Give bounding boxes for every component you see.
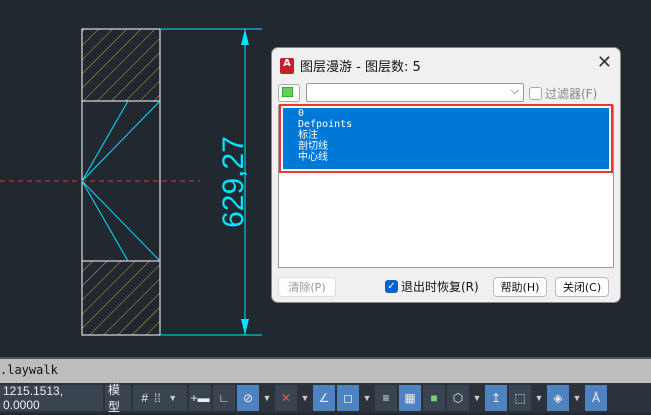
list-item[interactable]: 中心线	[283, 152, 609, 163]
list-item[interactable]: Defpoints	[283, 119, 609, 130]
selection-filter-icon[interactable]: ⬚	[509, 385, 531, 411]
hatch-top	[81, 28, 161, 102]
filter-checkbox[interactable]: 过滤器(F)	[529, 85, 597, 102]
restore-on-exit-checkbox[interactable]: ✓ 退出时恢复(R)	[385, 278, 479, 295]
status-bar: 1215.1513, 0.0000 模型 # ⁞⁞ ▼ +▬ ∟ ⊘ ▼ ✕ ▼ ∠…	[0, 383, 651, 414]
clear-button[interactable]: 清除(P)	[278, 277, 336, 297]
command-line[interactable]: .laywalk	[0, 357, 651, 383]
dim-arrow	[241, 319, 249, 335]
list-item[interactable]: 标注	[283, 130, 609, 141]
close-button[interactable]: 关闭(C)	[555, 277, 609, 297]
gizmo-icon[interactable]: ◈	[547, 385, 569, 411]
3d-osnap-icon[interactable]: ⬡	[447, 385, 469, 411]
checkbox-box	[529, 87, 542, 100]
chevron-down-icon[interactable]: ▼	[571, 393, 583, 403]
close-icon[interactable]: ✕	[597, 52, 612, 73]
polar-icon[interactable]: ⊘	[237, 385, 259, 411]
restore-label: 退出时恢复(R)	[401, 280, 479, 294]
chevron-down-icon[interactable]: ▼	[299, 393, 311, 403]
chevron-down-icon[interactable]: ▼	[533, 393, 545, 403]
grid-snap-group: # ⁞⁞ ▼	[133, 385, 187, 411]
isodraft-icon[interactable]: ✕	[275, 385, 297, 411]
list-item[interactable]: 0	[283, 108, 609, 119]
chevron-down-icon[interactable]: ▼	[167, 393, 179, 403]
chevron-down-icon[interactable]: ▼	[261, 393, 273, 403]
command-text: .laywalk	[0, 363, 58, 377]
object-snap-icon[interactable]: ◻	[337, 385, 359, 411]
lineweight-icon[interactable]: ≡	[375, 385, 397, 411]
filter-combobox[interactable]: ⌵	[306, 83, 524, 102]
ortho-icon[interactable]: ∟	[213, 385, 235, 411]
help-button[interactable]: 帮助(H)	[493, 277, 547, 297]
model-button[interactable]: 模型	[105, 383, 131, 414]
filter-label: 过滤器(F)	[545, 87, 598, 101]
chevron-down-icon: ⌵	[510, 84, 519, 97]
snap-icon[interactable]: ⁞⁞	[154, 391, 161, 405]
dimension-text: 629,27	[217, 136, 250, 228]
dim-arrow	[241, 29, 249, 45]
dialog-title-bar: A 图层漫游 - 图层数: 5	[280, 56, 421, 75]
object-snap-tracking-icon[interactable]: ∠	[313, 385, 335, 411]
check-icon: ✓	[385, 280, 398, 293]
dialog-title: 图层漫游 - 图层数: 5	[300, 60, 421, 75]
coordinates: 1215.1513, 0.0000	[0, 384, 103, 412]
chevron-down-icon[interactable]: ▼	[361, 393, 373, 403]
select-objects-icon	[282, 87, 293, 97]
transparency-icon[interactable]: ▦	[399, 385, 421, 411]
app-logo-icon: A	[280, 57, 294, 74]
layer-walk-dialog: A 图层漫游 - 图层数: 5 ✕ ⌵ 过滤器(F) 0 Defpoints 标注…	[271, 47, 621, 303]
select-objects-button[interactable]	[278, 84, 300, 102]
grid-icon[interactable]: #	[141, 391, 148, 405]
chevron-down-icon[interactable]: ▼	[471, 393, 483, 403]
selection-cycling-icon[interactable]: ■	[423, 385, 445, 411]
infer-icon[interactable]: +▬	[189, 385, 211, 411]
list-item[interactable]: 剖切线	[283, 141, 609, 152]
annotation-visibility-icon[interactable]: Å	[585, 385, 607, 411]
layer-list[interactable]: 0 Defpoints 标注 剖切线 中心线	[278, 104, 614, 268]
hatch-bottom	[81, 260, 161, 336]
dynamic-ucs-icon[interactable]: ↥	[485, 385, 507, 411]
